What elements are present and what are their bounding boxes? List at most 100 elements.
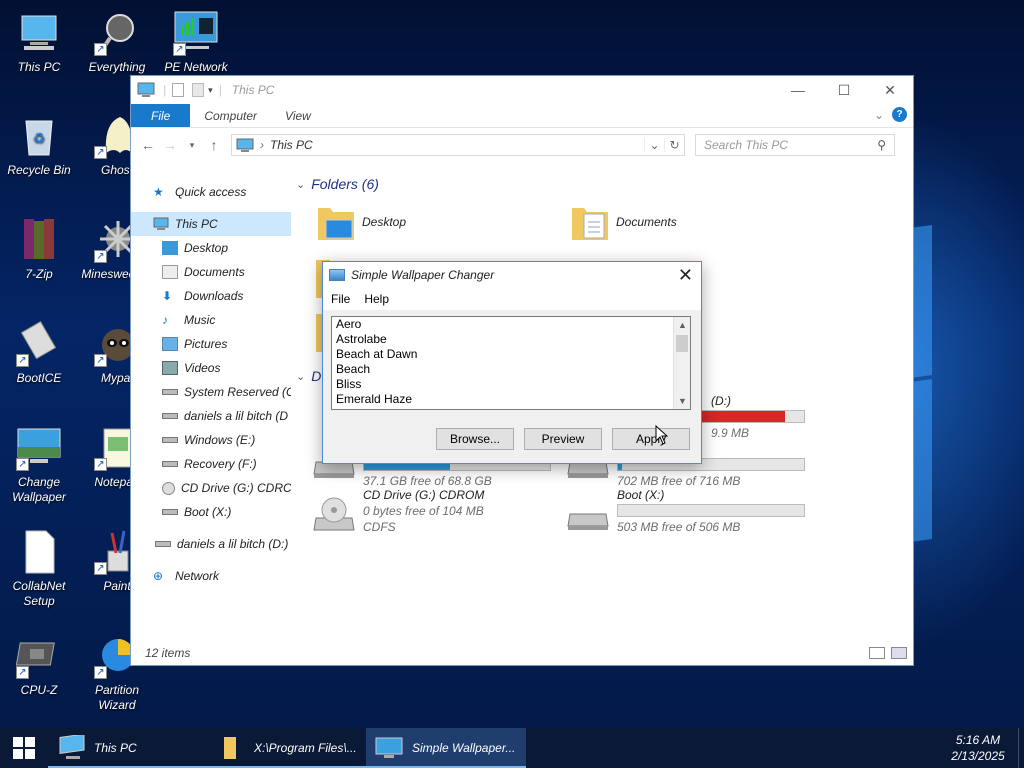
nav-documents[interactable]: Documents [131, 260, 291, 284]
nav-label: daniels a lil bitch (D:) [177, 537, 289, 551]
details-view-icon[interactable] [869, 647, 885, 659]
desktop-icon-bootice[interactable]: ↗ BootICE [1, 320, 77, 386]
desktop-icon-7zip[interactable]: 7-Zip [1, 217, 77, 282]
list-item[interactable]: Emerald Haze [332, 392, 690, 407]
list-item[interactable]: Bliss [332, 377, 690, 392]
nav-drive-d[interactable]: daniels a lil bitch (D [131, 404, 291, 428]
folders-group-header[interactable]: ⌄ Folders (6) [296, 176, 379, 192]
folder-desktop[interactable]: Desktop [316, 202, 406, 242]
search-placeholder: Search This PC [704, 138, 789, 152]
nav-videos[interactable]: Videos [131, 356, 291, 380]
listbox-scrollbar[interactable]: ▲ ▼ [673, 317, 690, 409]
scroll-down-icon[interactable]: ▼ [674, 393, 690, 409]
address-bar[interactable]: › This PC ⌄ ↻ [231, 134, 685, 156]
nav-cd-drive-g[interactable]: CD Drive (G:) CDRC [131, 476, 291, 500]
taskbar-item-program-files[interactable]: X:\Program Files\... [208, 728, 366, 768]
address-dropdown-icon[interactable]: ⌄ [644, 138, 664, 152]
explorer-titlebar: | ▾ | This PC — ☐ ✕ [131, 76, 913, 104]
drive-icon [162, 461, 178, 467]
up-button[interactable]: ↑ [203, 137, 225, 153]
pictures-icon [162, 337, 178, 351]
maximize-button[interactable]: ☐ [821, 76, 867, 104]
drive-icon [162, 413, 178, 419]
desktop-icon-cpu-z[interactable]: ↗ CPU-Z [1, 633, 77, 698]
properties-icon[interactable] [172, 83, 185, 97]
nav-label: System Reserved (C: [184, 385, 291, 399]
app-monitor-icon [329, 269, 345, 281]
devices-group-header[interactable]: ⌄ D [296, 368, 321, 384]
browse-button[interactable]: Browse... [436, 428, 514, 450]
nav-desktop[interactable]: Desktop [131, 236, 291, 260]
collapse-chevron-icon: ⌄ [296, 370, 306, 383]
nav-drive-d-root[interactable]: daniels a lil bitch (D:) [131, 532, 291, 556]
close-icon[interactable]: ✕ [678, 265, 693, 286]
nav-this-pc[interactable]: This PC [131, 212, 291, 236]
nav-system-reserved[interactable]: System Reserved (C: [131, 380, 291, 404]
large-icons-view-icon[interactable] [891, 647, 907, 659]
shortcut-arrow-icon: ↗ [94, 250, 107, 263]
nav-recovery-f[interactable]: Recovery (F:) [131, 452, 291, 476]
expand-ribbon-icon[interactable]: ⌄ [874, 108, 884, 122]
folder-label: Desktop [362, 215, 407, 229]
tab-computer[interactable]: Computer [190, 104, 271, 127]
list-item[interactable]: Beach at Dawn [332, 347, 690, 362]
desktop-icon-collabnet-setup[interactable]: CollabNet Setup [1, 529, 77, 609]
scrollbar-thumb[interactable] [676, 335, 688, 352]
nav-label: CD Drive (G:) CDRC [181, 481, 291, 495]
svg-text:♻: ♻ [33, 130, 46, 146]
nav-windows-e[interactable]: Windows (E:) [131, 428, 291, 452]
nav-quick-access[interactable]: ★ Quick access [131, 180, 291, 204]
nav-network[interactable]: ⊕ Network [131, 564, 291, 588]
documents-icon [162, 265, 178, 279]
status-bar: 12 items [131, 641, 913, 665]
chevron-down-icon[interactable]: ▾ [208, 85, 213, 96]
new-folder-icon[interactable] [192, 83, 205, 97]
back-button[interactable]: ← [137, 137, 159, 153]
list-item[interactable]: Astrolabe [332, 332, 690, 347]
forward-button[interactable]: → [159, 137, 181, 153]
recent-locations-icon[interactable]: ▾ [181, 140, 203, 151]
nav-boot-x[interactable]: Boot (X:) [131, 500, 291, 524]
minimize-button[interactable]: — [775, 76, 821, 104]
help-icon[interactable]: ? [892, 107, 907, 122]
list-item[interactable]: Beach [332, 362, 690, 377]
tab-view[interactable]: View [271, 104, 325, 127]
system-clock[interactable]: 5:16 AM 2/13/2025 [938, 728, 1018, 768]
nav-music[interactable]: ♪ Music [131, 308, 291, 332]
taskbar-label: Simple Wallpaper... [412, 741, 516, 755]
nav-pictures[interactable]: Pictures [131, 332, 291, 356]
desktop-icon-change-wallpaper[interactable]: ↗ Change Wallpaper [1, 425, 77, 505]
breadcrumb[interactable]: This PC [270, 138, 313, 152]
close-button[interactable]: ✕ [867, 76, 913, 104]
nav-label: Network [175, 569, 220, 583]
search-input[interactable]: Search This PC ⚲ [695, 134, 895, 156]
desktop-icon-recycle-bin[interactable]: ♻ Recycle Bin [1, 113, 77, 178]
taskbar-item-this-pc[interactable]: This PC [48, 728, 208, 768]
menu-help[interactable]: Help [364, 292, 389, 306]
preview-button[interactable]: Preview [524, 428, 602, 450]
scroll-up-icon[interactable]: ▲ [674, 317, 690, 333]
desktop-icon-everything[interactable]: ↗ Everything [79, 10, 155, 75]
desktop-icon-pe-network[interactable]: ↗ PE Network [158, 10, 234, 75]
show-desktop-button[interactable] [1018, 728, 1024, 768]
refresh-icon[interactable]: ↻ [664, 138, 684, 152]
taskbar-item-wallpaper-changer[interactable]: Simple Wallpaper... [366, 728, 526, 768]
drive-name: CD Drive (G:) CDROM [363, 488, 485, 502]
drive-icon [162, 437, 178, 443]
drive-icon [566, 502, 610, 532]
navigation-pane: ★ Quick access This PC Desktop Documents… [131, 180, 291, 641]
monitor-icon [153, 217, 169, 230]
list-item[interactable]: Aero [332, 317, 690, 332]
folder-documents[interactable]: Documents [570, 202, 677, 242]
start-button[interactable] [0, 728, 48, 768]
tab-file[interactable]: File [131, 104, 191, 127]
archive-books-icon [16, 217, 62, 263]
shortcut-arrow-icon: ↗ [94, 146, 107, 159]
wallpaper-listbox[interactable]: Aero Astrolabe Beach at Dawn Beach Bliss… [331, 316, 691, 410]
menu-file[interactable]: File [331, 292, 350, 306]
breadcrumb-chevron-icon[interactable]: › [260, 138, 264, 152]
nav-downloads[interactable]: ⬇ Downloads [131, 284, 291, 308]
apply-button[interactable]: Apply [612, 428, 690, 450]
shortcut-arrow-icon: ↗ [16, 458, 29, 471]
desktop-icon-this-pc[interactable]: This PC [1, 10, 77, 75]
